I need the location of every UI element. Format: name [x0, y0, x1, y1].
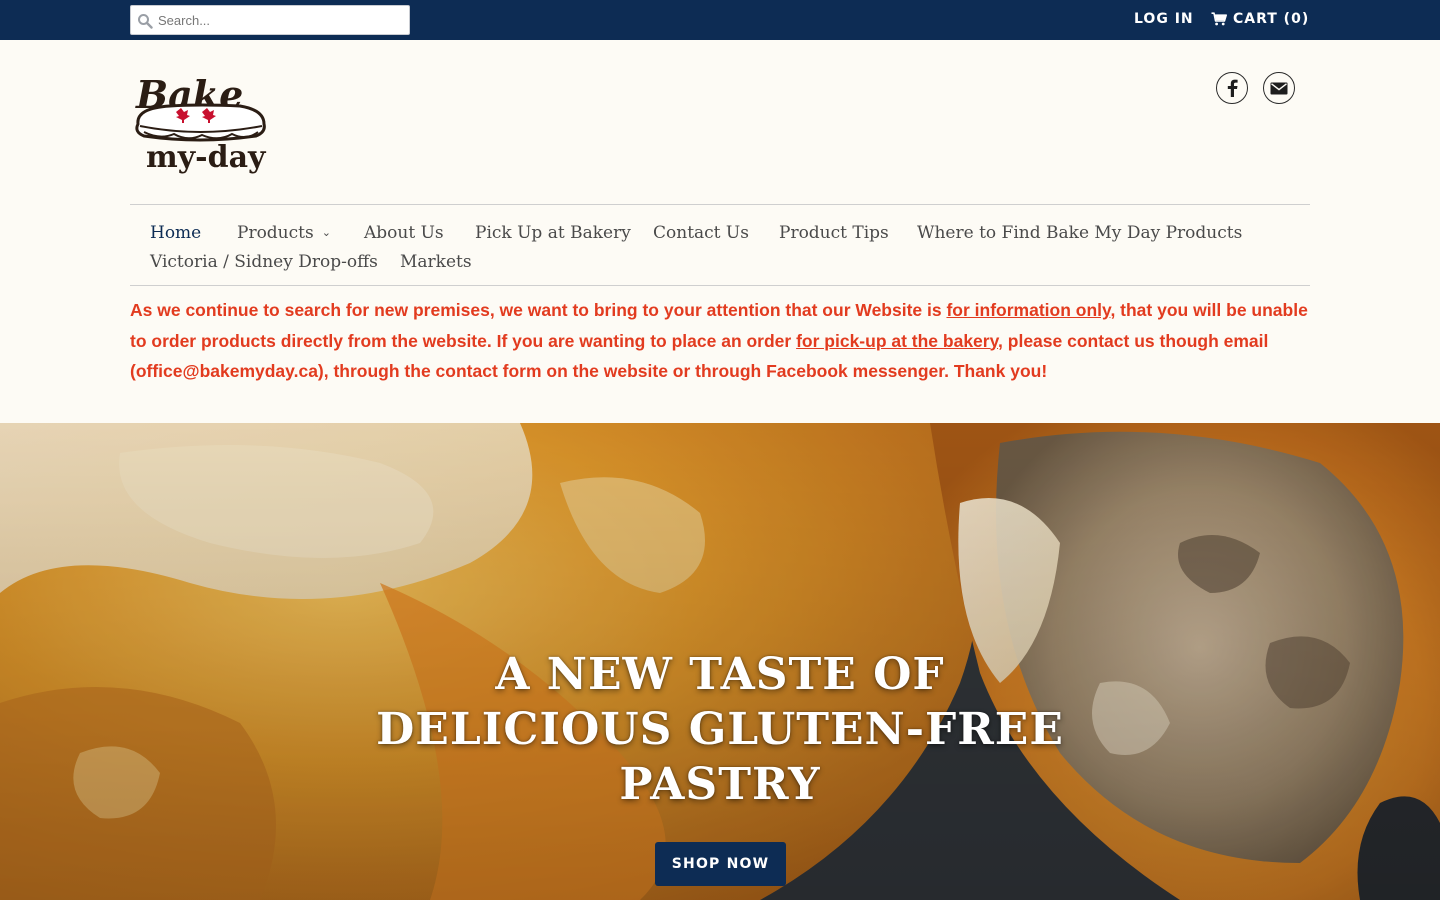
cart-icon [1211, 12, 1227, 26]
notice-text-1: As we continue to search for new premise… [130, 300, 947, 320]
nav-item-drop-offs[interactable]: Victoria / Sidney Drop-offs [150, 252, 378, 272]
nav-item-products-label: Products [237, 223, 314, 243]
logo-text-my-day: my-day [146, 140, 267, 175]
nav-divider-bottom [130, 285, 1310, 286]
nav-item-markets[interactable]: Markets [400, 252, 472, 272]
login-link[interactable]: LOG IN [1134, 11, 1194, 27]
mail-icon [1270, 82, 1288, 94]
mail-button[interactable] [1263, 72, 1295, 104]
nav-item-product-tips[interactable]: Product Tips [779, 223, 889, 243]
nav-item-home[interactable]: Home [150, 223, 201, 243]
nav-divider-top [130, 204, 1310, 205]
search-icon [138, 14, 153, 29]
shop-now-button[interactable]: SHOP NOW [655, 842, 786, 886]
logo[interactable]: Bake my-day [130, 66, 270, 178]
cart-link[interactable]: CART (0) [1211, 11, 1309, 27]
notice-message: As we continue to search for new premise… [130, 295, 1310, 387]
nav-item-products[interactable]: Products ⌄ [237, 223, 331, 243]
search-box[interactable] [130, 5, 410, 35]
search-input[interactable] [158, 6, 406, 34]
nav-item-contact-us[interactable]: Contact Us [653, 223, 749, 243]
cart-label: CART (0) [1233, 11, 1310, 27]
nav-item-pick-up-at-bakery[interactable]: Pick Up at Bakery [475, 223, 631, 243]
notice-link-pick-up[interactable]: for pick-up at the bakery [796, 331, 998, 351]
hero-banner: A NEW TASTE OF DELICIOUS GLUTEN-FREE PAS… [0, 423, 1440, 900]
chevron-down-icon: ⌄ [321, 226, 331, 239]
notice-link-information-only[interactable]: for information only [946, 300, 1110, 320]
hero-title: A NEW TASTE OF DELICIOUS GLUTEN-FREE PAS… [376, 649, 1064, 810]
nav-item-about-us[interactable]: About Us [364, 223, 444, 243]
top-bar: LOG IN CART (0) [0, 0, 1440, 40]
facebook-icon [1227, 79, 1238, 97]
facebook-button[interactable] [1216, 72, 1248, 104]
nav-item-where-to-find[interactable]: Where to Find Bake My Day Products [917, 223, 1242, 243]
